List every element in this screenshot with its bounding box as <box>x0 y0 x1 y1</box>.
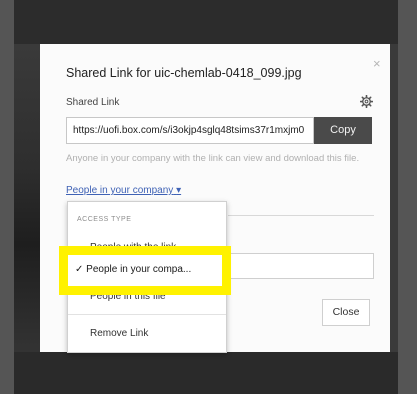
chevron-down-icon: ▾ <box>176 185 182 196</box>
highlight-box: ✓ People in your compa... <box>59 246 231 295</box>
highlighted-option-people-in-company[interactable]: ✓ People in your compa... <box>75 264 191 275</box>
shared-link-url-field[interactable]: https://uofi.box.com/s/i3okjp4sglq48tsim… <box>66 117 314 144</box>
divider <box>228 215 374 216</box>
dropdown-divider <box>68 314 226 315</box>
background-image-preview <box>14 44 40 352</box>
backdrop-top <box>14 0 398 44</box>
dropdown-header: ACCESS TYPE <box>77 216 132 223</box>
access-level-dropdown-trigger[interactable]: People in your company ▾ <box>66 185 181 196</box>
background-image-preview-right <box>390 44 398 352</box>
obscured-field <box>228 253 374 279</box>
access-help-text: Anyone in your company with the link can… <box>66 153 360 164</box>
close-button[interactable]: Close <box>322 299 370 326</box>
check-icon: ✓ <box>75 264 84 275</box>
gear-icon[interactable] <box>360 95 373 108</box>
access-level-label: People in your company <box>66 185 174 196</box>
modal-title: Shared Link for uic-chemlab-0418_099.jpg <box>66 66 302 80</box>
backdrop-right-edge <box>398 0 417 394</box>
close-icon[interactable]: × <box>373 57 381 70</box>
shared-link-label: Shared Link <box>66 97 120 108</box>
copy-button[interactable]: Copy <box>314 117 372 144</box>
remove-link-button[interactable]: Remove Link <box>90 328 148 339</box>
backdrop-bottom <box>14 352 398 394</box>
backdrop-left-edge <box>0 0 14 394</box>
highlighted-option-label: People in your compa... <box>86 264 192 275</box>
